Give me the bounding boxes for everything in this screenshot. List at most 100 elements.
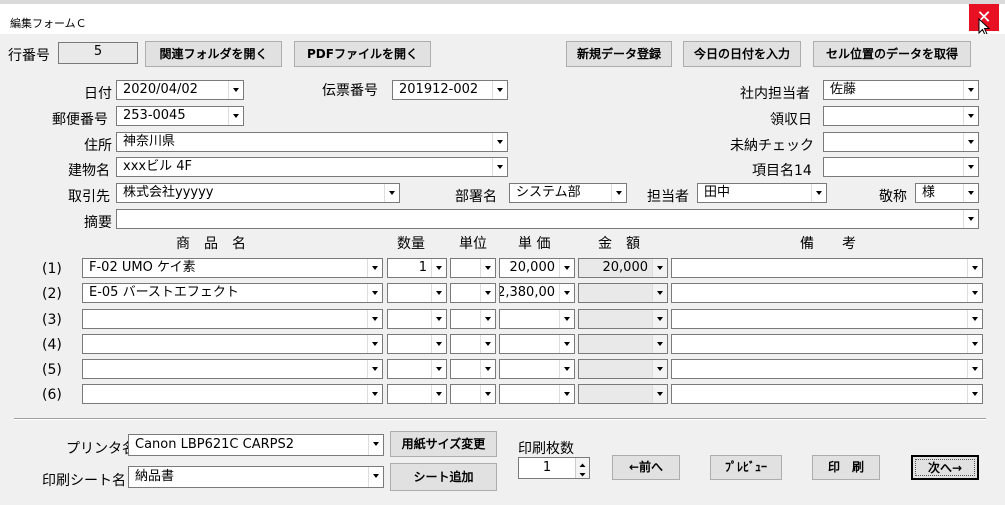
add-sheet-button[interactable]: シート追加 (390, 463, 497, 491)
chevron-down-icon[interactable] (367, 259, 382, 277)
building-field[interactable]: xxxビル 4F (116, 157, 508, 177)
chevron-down-icon[interactable] (431, 335, 446, 353)
printer-field[interactable]: Canon LBP621C CARPS2 (128, 434, 384, 456)
row-price-field[interactable] (499, 334, 575, 354)
chevron-down-icon[interactable] (368, 435, 383, 455)
row-qty-field[interactable] (387, 283, 447, 303)
chevron-down-icon[interactable] (367, 310, 382, 328)
chevron-down-icon[interactable] (559, 385, 574, 403)
chevron-down-icon[interactable] (967, 310, 982, 328)
row-remarks-field[interactable] (671, 384, 983, 404)
row-amount-field[interactable] (578, 334, 668, 354)
chevron-down-icon[interactable] (367, 335, 382, 353)
row-amount-field[interactable] (578, 283, 668, 303)
chevron-down-icon[interactable] (967, 335, 982, 353)
chevron-down-icon[interactable] (559, 335, 574, 353)
row-unit-field[interactable] (450, 309, 496, 329)
address-field[interactable]: 神奈川県 (116, 132, 508, 152)
chevron-down-icon[interactable] (967, 385, 982, 403)
row-unit-field[interactable] (450, 359, 496, 379)
row-remarks-field[interactable] (671, 283, 983, 303)
chevron-down-icon[interactable] (492, 81, 507, 99)
next-button[interactable]: 次へ→ (911, 455, 979, 480)
row-qty-field[interactable] (387, 384, 447, 404)
row-remarks-field[interactable] (671, 334, 983, 354)
row-unit-field[interactable] (450, 334, 496, 354)
row-product-field[interactable] (82, 309, 383, 329)
change-paper-size-button[interactable]: 用紙サイズ変更 (390, 431, 497, 457)
chevron-down-icon[interactable] (480, 259, 495, 277)
open-pdf-button[interactable]: PDFファイルを開く (294, 41, 431, 67)
chevron-down-icon[interactable] (611, 184, 626, 202)
chevron-down-icon[interactable] (963, 107, 978, 125)
enter-today-button[interactable]: 今日の日付を入力 (683, 41, 801, 67)
chevron-down-icon[interactable] (559, 284, 574, 302)
chevron-down-icon[interactable] (652, 385, 667, 403)
chevron-down-icon[interactable] (368, 467, 383, 487)
preview-button[interactable]: ﾌﾟﾚﾋﾞｭｰ (710, 455, 782, 480)
chevron-down-icon[interactable] (431, 385, 446, 403)
row-remarks-field[interactable] (671, 258, 983, 278)
row-number-field[interactable]: 5 (58, 42, 138, 64)
date-field[interactable]: 2020/04/02 (116, 80, 244, 100)
chevron-down-icon[interactable] (963, 158, 978, 176)
chevron-down-icon[interactable] (480, 385, 495, 403)
row-amount-field[interactable] (578, 384, 668, 404)
row-amount-field[interactable]: 20,000 (578, 258, 668, 278)
chevron-down-icon[interactable] (480, 310, 495, 328)
chevron-down-icon[interactable] (367, 284, 382, 302)
row-price-field[interactable] (499, 309, 575, 329)
chevron-down-icon[interactable] (492, 133, 507, 151)
chevron-down-icon[interactable] (431, 284, 446, 302)
print-copies-stepper[interactable]: 1 (518, 457, 590, 479)
chevron-down-icon[interactable] (480, 284, 495, 302)
chevron-down-icon[interactable] (967, 360, 982, 378)
slip-number-field[interactable]: 201912-002 (392, 80, 508, 100)
row-price-field[interactable]: 20,000 (499, 258, 575, 278)
row-qty-field[interactable] (387, 359, 447, 379)
row-unit-field[interactable] (450, 258, 496, 278)
row-price-field[interactable] (499, 359, 575, 379)
chevron-down-icon[interactable] (652, 310, 667, 328)
chevron-down-icon[interactable] (431, 310, 446, 328)
row-product-field[interactable] (82, 359, 383, 379)
chevron-down-icon[interactable] (431, 259, 446, 277)
get-cell-data-button[interactable]: セル位置のデータを取得 (813, 41, 971, 67)
row-qty-field[interactable]: 1 (387, 258, 447, 278)
chevron-down-icon[interactable] (559, 259, 574, 277)
chevron-down-icon[interactable] (963, 184, 978, 202)
row-amount-field[interactable] (578, 309, 668, 329)
chevron-down-icon[interactable] (431, 360, 446, 378)
chevron-down-icon[interactable] (367, 385, 382, 403)
row-product-field[interactable]: F-02 UMO ケイ素 (82, 258, 383, 278)
row-qty-field[interactable] (387, 334, 447, 354)
row-unit-field[interactable] (450, 384, 496, 404)
chevron-down-icon[interactable] (480, 335, 495, 353)
previous-button[interactable]: ←前へ (612, 455, 680, 480)
chevron-down-icon[interactable] (367, 360, 382, 378)
new-data-register-button[interactable]: 新規データ登録 (566, 41, 672, 67)
chevron-down-icon[interactable] (559, 310, 574, 328)
person-field[interactable]: 田中 (697, 183, 827, 203)
chevron-down-icon[interactable] (963, 133, 978, 151)
chevron-down-icon[interactable] (967, 259, 982, 277)
spin-down-icon[interactable] (575, 468, 589, 478)
print-sheet-field[interactable]: 納品書 (128, 466, 384, 488)
unpaid-check-field[interactable] (823, 132, 979, 152)
chevron-down-icon[interactable] (963, 210, 978, 228)
row-amount-field[interactable] (578, 359, 668, 379)
postal-code-field[interactable]: 253-0045 (116, 106, 244, 126)
row-product-field[interactable]: E-05 バーストエフェクト (82, 283, 383, 303)
receipt-date-field[interactable] (823, 106, 979, 126)
chevron-down-icon[interactable] (652, 259, 667, 277)
spin-up-icon[interactable] (575, 458, 589, 468)
department-field[interactable]: システム部 (509, 183, 627, 203)
row-remarks-field[interactable] (671, 359, 983, 379)
chevron-down-icon[interactable] (967, 284, 982, 302)
chevron-down-icon[interactable] (652, 335, 667, 353)
chevron-down-icon[interactable] (811, 184, 826, 202)
chevron-down-icon[interactable] (652, 360, 667, 378)
row-product-field[interactable] (82, 334, 383, 354)
row-unit-field[interactable] (450, 283, 496, 303)
honorific-field[interactable]: 様 (915, 183, 979, 203)
